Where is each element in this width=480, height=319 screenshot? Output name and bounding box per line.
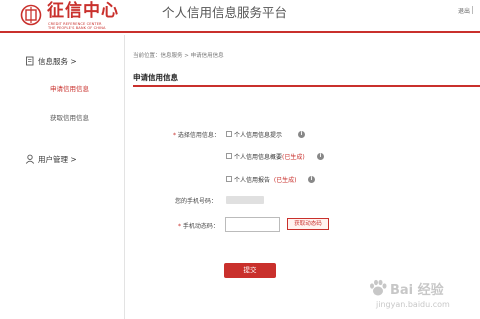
- logo-english-line-2: THE PEOPLE'S BANK OF CHINA: [48, 26, 106, 30]
- sidebar-divider: [124, 35, 125, 319]
- option-credit-report-text: 个人信用报告: [234, 177, 271, 184]
- info-icon[interactable]: i: [308, 176, 315, 183]
- dynamic-code-label: * 手机动态码：: [178, 221, 219, 230]
- select-credit-info-label-text: 选择信用信息：: [177, 132, 220, 139]
- get-dynamic-code-button[interactable]: 获取动态码: [287, 218, 329, 230]
- info-icon[interactable]: i: [298, 131, 305, 138]
- submit-button[interactable]: 提交: [224, 263, 276, 278]
- sidebar-group-user-management[interactable]: 用户管理 >: [38, 154, 77, 165]
- checkbox-credit-info-summary[interactable]: [226, 153, 232, 159]
- watermark-url: jingyan.baidu.com: [376, 300, 450, 309]
- logo-text: 征信中心: [47, 1, 119, 21]
- phone-number-value-masked: [226, 196, 264, 204]
- option-credit-report-label: 个人信用报告 (已生成): [234, 175, 297, 184]
- sidebar-group-info-services[interactable]: 信息服务 >: [38, 56, 77, 67]
- document-icon: [26, 56, 34, 66]
- checkbox-credit-report[interactable]: [226, 176, 232, 182]
- credit-center-emblem-icon: [20, 4, 42, 26]
- header-separator: [472, 6, 473, 14]
- option-credit-info-hint-label: 个人信用信息提示: [234, 130, 282, 139]
- select-credit-info-label: * 选择信用信息：: [173, 130, 220, 139]
- site-title: 个人信用信息服务平台: [162, 5, 288, 20]
- sidebar: [0, 35, 124, 319]
- watermark-text: Bai 经验: [390, 283, 444, 298]
- option-credit-info-summary-label: 个人信用信息概要(已生成): [234, 152, 305, 161]
- baidu-jingyan-watermark: Bai 经验 jingyan.baidu.com: [368, 276, 476, 316]
- logout-link[interactable]: 退出: [458, 6, 470, 15]
- required-mark: *: [173, 132, 176, 139]
- option-credit-info-hint-text: 个人信用信息提示: [234, 132, 283, 139]
- user-icon: [25, 154, 35, 164]
- option-credit-info-summary-text: 个人信用信息概要: [234, 154, 283, 161]
- credit-center-logo[interactable]: 征信中心 CREDIT REFERENCE CENTER THE PEOPLE'…: [20, 2, 132, 30]
- top-header: 征信中心 CREDIT REFERENCE CENTER THE PEOPLE'…: [0, 0, 480, 33]
- dynamic-code-label-text: 手机动态码：: [182, 223, 219, 230]
- phone-number-label: 您的手机号码：: [175, 198, 218, 205]
- checkbox-credit-info-hint[interactable]: [226, 131, 232, 137]
- dynamic-code-input[interactable]: [225, 217, 280, 232]
- generated-note: (已生成): [282, 154, 305, 161]
- generated-note: (已生成): [273, 177, 297, 184]
- required-mark: *: [178, 223, 181, 230]
- paw-icon: [370, 279, 387, 296]
- title-underline: [133, 85, 480, 87]
- page-title: 申请信用信息: [133, 73, 178, 82]
- info-icon[interactable]: i: [317, 153, 324, 160]
- breadcrumb: 当前位置：信息服务 > 申请信用信息: [133, 53, 224, 59]
- sidebar-item-apply-credit-info[interactable]: 申请信用信息: [50, 83, 89, 93]
- sidebar-item-get-credit-info[interactable]: 获取信用信息: [50, 112, 89, 122]
